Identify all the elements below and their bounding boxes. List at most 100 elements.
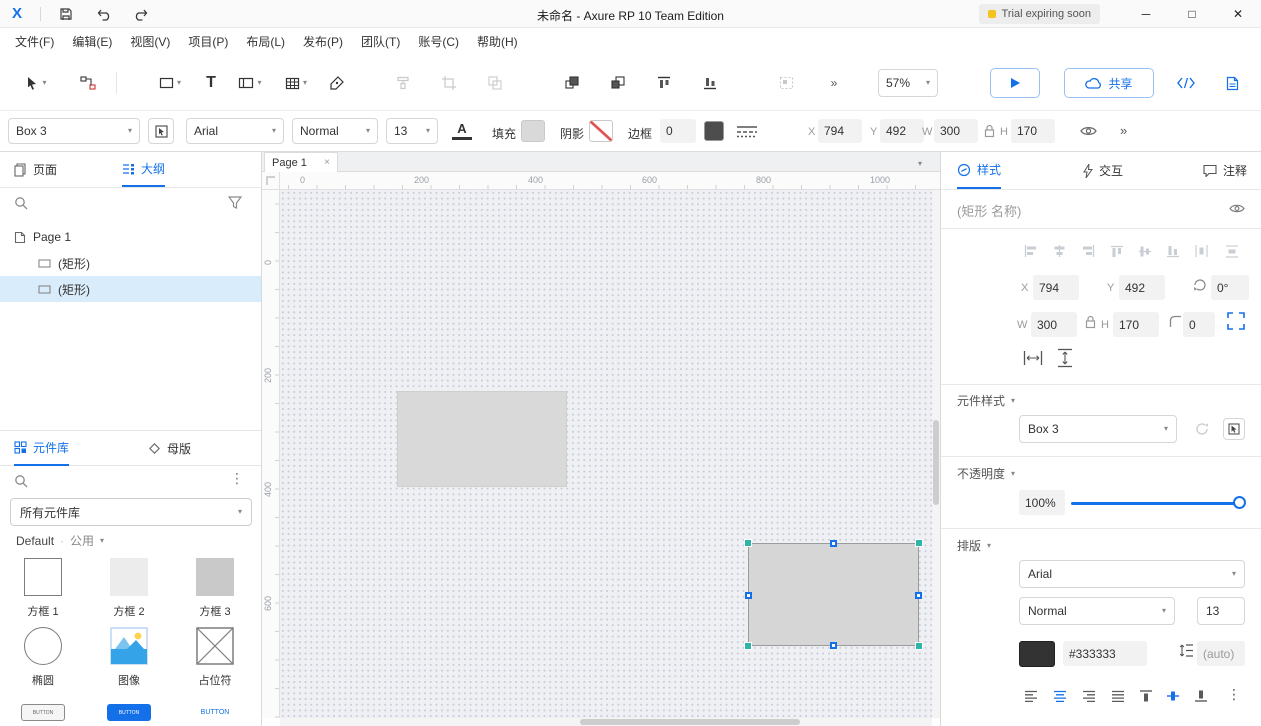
w-input[interactable] bbox=[1031, 312, 1077, 337]
tab-interactions[interactable]: 交互 bbox=[1083, 152, 1123, 189]
selection-corner-handle[interactable] bbox=[915, 642, 923, 650]
widget-ellipse[interactable]: 椭圆 bbox=[0, 627, 86, 688]
border-width-input[interactable] bbox=[660, 119, 696, 143]
visibility-eye-icon[interactable] bbox=[1080, 125, 1097, 137]
canvas-rectangle-1[interactable] bbox=[397, 391, 567, 487]
h-input[interactable] bbox=[1011, 119, 1055, 143]
scrollbar-thumb[interactable] bbox=[580, 719, 800, 725]
ruler-corner[interactable] bbox=[262, 172, 280, 190]
widget-name-input[interactable] bbox=[957, 200, 1217, 222]
x-input[interactable] bbox=[1033, 275, 1079, 300]
selection-corner-handle[interactable] bbox=[915, 539, 923, 547]
close-button[interactable]: ✕ bbox=[1215, 0, 1261, 28]
selection-corner-handle[interactable] bbox=[744, 642, 752, 650]
horizontal-spacing-icon[interactable] bbox=[1023, 350, 1043, 366]
tab-libraries[interactable]: 元件库 bbox=[14, 431, 69, 466]
selection-corner-handle[interactable] bbox=[744, 539, 752, 547]
lock-ratio-icon[interactable] bbox=[1085, 315, 1096, 329]
tab-masters[interactable]: 母版 bbox=[148, 431, 191, 466]
code-export-button[interactable] bbox=[1168, 68, 1204, 98]
font-weight-select[interactable]: Normal ▾ bbox=[292, 118, 378, 144]
align-top-button[interactable] bbox=[648, 68, 680, 98]
minimize-button[interactable]: ─ bbox=[1123, 0, 1169, 28]
share-button[interactable]: 共享 bbox=[1064, 68, 1154, 98]
widget-button-link[interactable]: BUTTON bbox=[172, 704, 258, 721]
trial-badge[interactable]: Trial expiring soon bbox=[979, 4, 1100, 24]
w-input[interactable] bbox=[934, 119, 978, 143]
fit-to-content-icon[interactable] bbox=[1227, 312, 1245, 330]
typography-section[interactable]: 排版 ▾ bbox=[957, 537, 991, 554]
text-align-left-button[interactable] bbox=[1021, 686, 1041, 706]
text-align-center-button[interactable] bbox=[1050, 686, 1070, 706]
tree-item-rect-1[interactable]: (矩形) bbox=[0, 250, 262, 276]
font-color-button[interactable]: A bbox=[452, 121, 472, 140]
menu-publish[interactable]: 发布(P) bbox=[294, 28, 352, 56]
connector-tool-button[interactable] bbox=[70, 68, 106, 98]
opacity-slider-track[interactable] bbox=[1071, 502, 1241, 505]
text-align-justify-button[interactable] bbox=[1108, 686, 1128, 706]
canvas-rectangle-2-selected[interactable] bbox=[748, 543, 919, 646]
font-size-select[interactable]: 13 ▾ bbox=[386, 118, 438, 144]
tab-pages[interactable]: 页面 bbox=[14, 152, 57, 187]
redo-button[interactable] bbox=[130, 5, 150, 23]
undo-button[interactable] bbox=[94, 5, 114, 23]
style-editor-button[interactable] bbox=[1223, 418, 1245, 440]
widget-box1[interactable]: 方框 1 bbox=[0, 558, 86, 619]
widget-style-select[interactable]: Box 3 ▾ bbox=[8, 118, 140, 144]
y-input[interactable] bbox=[1119, 275, 1165, 300]
library-search-icon[interactable] bbox=[14, 474, 28, 488]
line-height-input[interactable] bbox=[1197, 641, 1245, 666]
horizontal-scrollbar[interactable] bbox=[280, 718, 932, 726]
pointer-tool-button[interactable]: ▾ bbox=[14, 68, 58, 98]
widget-button-primary[interactable]: BUTTON bbox=[86, 704, 172, 721]
send-to-back-button[interactable] bbox=[602, 68, 634, 98]
style-editor-button[interactable] bbox=[148, 118, 174, 144]
widget-style-section[interactable]: 元件样式 ▾ bbox=[957, 392, 1015, 409]
widget-image[interactable]: 图像 bbox=[86, 627, 172, 688]
menu-project[interactable]: 项目(P) bbox=[179, 28, 237, 56]
selection-edge-handle[interactable] bbox=[830, 540, 837, 547]
tab-outline[interactable]: 大纲 bbox=[122, 152, 165, 187]
menu-account[interactable]: 账号(C) bbox=[409, 28, 468, 56]
opacity-section[interactable]: 不透明度 ▾ bbox=[957, 465, 1015, 482]
widget-placeholder[interactable]: 占位符 bbox=[172, 627, 258, 688]
publish-notes-button[interactable] bbox=[1214, 68, 1250, 98]
page-tab-list-icon[interactable]: ▾ bbox=[918, 155, 922, 169]
font-weight-select[interactable]: Normal ▾ bbox=[1019, 597, 1175, 625]
vertical-spacing-icon[interactable] bbox=[1057, 348, 1073, 368]
menu-layout[interactable]: 布局(L) bbox=[237, 28, 294, 56]
widget-box3[interactable]: 方框 3 bbox=[172, 558, 258, 619]
bring-to-front-button[interactable] bbox=[556, 68, 588, 98]
border-color-swatch[interactable] bbox=[704, 121, 724, 141]
font-size-field[interactable]: 13 bbox=[1197, 597, 1245, 625]
more-typography-icon[interactable]: ⋮ bbox=[1227, 686, 1241, 703]
y-input[interactable] bbox=[880, 119, 924, 143]
widget-button-default[interactable]: BUTTON bbox=[0, 704, 86, 721]
preview-button[interactable] bbox=[990, 68, 1040, 98]
selection-edge-handle[interactable] bbox=[915, 592, 922, 599]
h-input[interactable] bbox=[1113, 312, 1159, 337]
more-style-button[interactable]: » bbox=[1120, 123, 1127, 138]
maximize-button[interactable]: □ bbox=[1169, 0, 1215, 28]
outline-filter-icon[interactable] bbox=[228, 196, 242, 209]
design-viewport[interactable] bbox=[280, 190, 932, 718]
tree-item-rect-2-selected[interactable]: (矩形) bbox=[0, 276, 262, 302]
lock-ratio-icon[interactable] bbox=[984, 124, 995, 138]
pen-tool-button[interactable] bbox=[322, 68, 352, 98]
menu-edit[interactable]: 编辑(E) bbox=[63, 28, 121, 56]
zoom-select[interactable]: 57% ▾ bbox=[878, 69, 938, 97]
vertical-scrollbar[interactable] bbox=[932, 190, 940, 718]
frame-tool-button[interactable]: ▾ bbox=[228, 68, 272, 98]
text-align-middle-button[interactable] bbox=[1163, 686, 1183, 706]
selection-edge-handle[interactable] bbox=[830, 642, 837, 649]
text-align-top-button[interactable] bbox=[1136, 686, 1156, 706]
menu-file[interactable]: 文件(F) bbox=[6, 28, 63, 56]
scrollbar-thumb[interactable] bbox=[933, 420, 939, 505]
border-style-button[interactable] bbox=[736, 124, 758, 138]
menu-view[interactable]: 视图(V) bbox=[121, 28, 179, 56]
rectangle-tool-button[interactable]: ▾ bbox=[148, 68, 192, 98]
x-input[interactable] bbox=[818, 119, 862, 143]
outline-search-icon[interactable] bbox=[14, 196, 28, 210]
tab-notes[interactable]: 注释 bbox=[1203, 152, 1247, 189]
menu-help[interactable]: 帮助(H) bbox=[468, 28, 527, 56]
